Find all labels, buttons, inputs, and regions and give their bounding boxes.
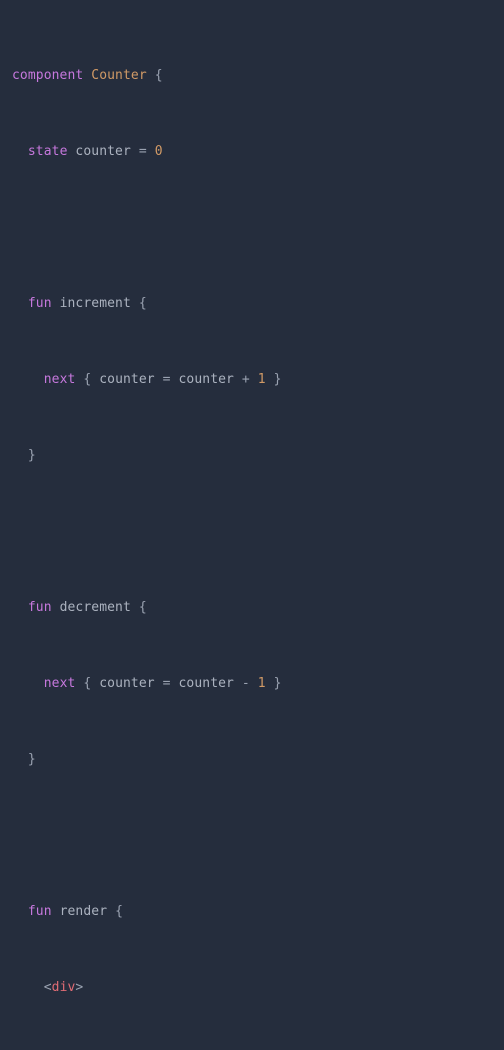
code-line: state counter = 0 [27, 144, 163, 159]
code-line: component Counter { [12, 68, 163, 83]
code-line: fun decrement { [27, 600, 147, 615]
code-line: } [12, 752, 36, 767]
token-keyword: state [27, 144, 68, 159]
token-keyword: component [12, 68, 84, 83]
token-identifier: counter [178, 372, 242, 387]
token-number: 0 [154, 144, 163, 159]
token-identifier: counter [178, 676, 242, 691]
token-identifier: counter [67, 144, 139, 159]
token-number: 1 [257, 676, 266, 691]
code-line: <div> [12, 980, 84, 995]
token-type: Counter [91, 68, 147, 83]
token-identifier: counter [99, 372, 163, 387]
token-keyword: next [43, 676, 76, 691]
token-keyword: fun [27, 296, 52, 311]
code-line: fun render { [27, 904, 123, 919]
token-number: 1 [257, 372, 266, 387]
code-line: fun increment { [27, 296, 147, 311]
code-line: next { counter = counter + 1 } [43, 372, 282, 387]
code-line: } [12, 448, 36, 463]
token-identifier: decrement [51, 600, 131, 615]
token-keyword: next [43, 372, 76, 387]
code-line: next { counter = counter - 1 } [43, 676, 282, 691]
token-keyword: fun [27, 904, 52, 919]
token-tag: div [51, 980, 76, 995]
code-editor-pane[interactable]: component Counter { state counter = 0 fu… [0, 0, 504, 995]
token-identifier: render [51, 904, 108, 919]
token-identifier: increment [51, 296, 131, 311]
token-identifier: counter [99, 676, 163, 691]
token-keyword: fun [27, 600, 52, 615]
